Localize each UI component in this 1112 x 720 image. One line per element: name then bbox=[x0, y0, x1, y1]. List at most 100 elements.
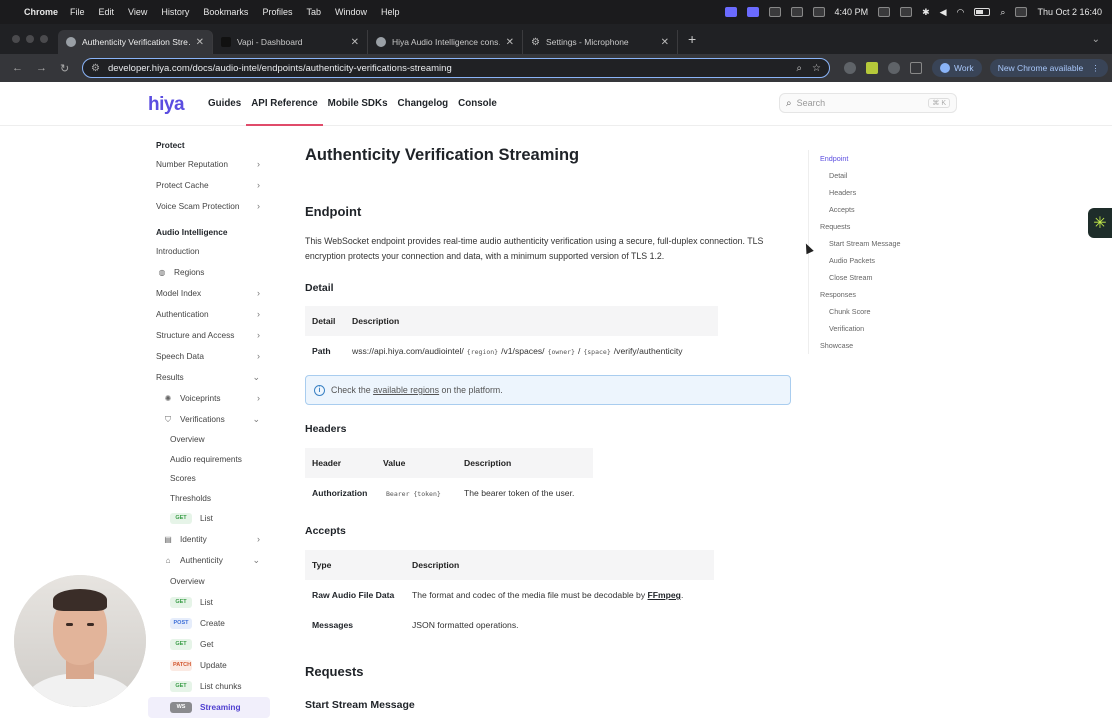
menu-help[interactable]: Help bbox=[381, 7, 400, 17]
battery-icon[interactable] bbox=[974, 8, 991, 16]
sidebar-item-authenticity-create[interactable]: POST Create bbox=[148, 613, 270, 634]
extension-icon[interactable] bbox=[844, 62, 856, 74]
tab-settings-microphone[interactable]: ⚙ Settings - Microphone ✕ bbox=[523, 30, 678, 54]
docs-search-input[interactable]: ⌕ Search ⌘ K bbox=[779, 93, 957, 113]
nav-console[interactable]: Console bbox=[453, 82, 502, 126]
status-app-icon[interactable] bbox=[812, 7, 825, 17]
sidebar-item-authentication[interactable]: Authentication › bbox=[148, 304, 270, 325]
sidebar-item-protect-cache[interactable]: Protect Cache › bbox=[148, 175, 270, 196]
maximize-window-button[interactable] bbox=[40, 35, 48, 43]
forward-button[interactable]: → bbox=[36, 62, 48, 74]
sidebar-item-results[interactable]: Results ⌄ bbox=[148, 367, 270, 388]
nav-guides[interactable]: Guides bbox=[203, 82, 246, 126]
ffmpeg-link[interactable]: FFmpeg bbox=[648, 590, 681, 600]
app-menu-chrome[interactable]: Chrome bbox=[24, 7, 58, 17]
sidebar-item-model-index[interactable]: Model Index › bbox=[148, 283, 270, 304]
sidebar-item-identity[interactable]: ▤ Identity › bbox=[148, 529, 270, 550]
hiya-logo[interactable]: hiya bbox=[148, 94, 185, 116]
screens-icon[interactable] bbox=[878, 7, 891, 17]
nav-api-reference[interactable]: API Reference bbox=[246, 82, 324, 126]
toc-item-chunk-score[interactable]: Chunk Score bbox=[809, 303, 948, 320]
toc-item-endpoint[interactable]: Endpoint bbox=[809, 150, 948, 167]
menu-tab[interactable]: Tab bbox=[306, 7, 321, 17]
tab-hiya-console[interactable]: Hiya Audio Intelligence cons… ✕ bbox=[368, 30, 523, 54]
address-bar[interactable]: ⚙ developer.hiya.com/docs/audio-intel/en… bbox=[82, 58, 830, 78]
status-app-icon[interactable] bbox=[900, 7, 913, 17]
tab-vapi-dashboard[interactable]: Vapi - Dashboard ✕ bbox=[213, 30, 368, 54]
minimize-window-button[interactable] bbox=[26, 35, 34, 43]
sidebar-item-thresholds[interactable]: Thresholds bbox=[148, 489, 270, 509]
url-text[interactable]: developer.hiya.com/docs/audio-intel/endp… bbox=[108, 63, 786, 74]
menu-edit[interactable]: Edit bbox=[99, 7, 115, 17]
toc-item-accepts[interactable]: Accepts bbox=[809, 201, 948, 218]
status-app-icon[interactable] bbox=[768, 7, 781, 17]
toc-item-verification[interactable]: Verification bbox=[809, 320, 948, 337]
toc-item-start-stream[interactable]: Start Stream Message bbox=[809, 235, 948, 252]
sidebar-item-audio-requirements[interactable]: Audio requirements bbox=[148, 450, 270, 470]
zoom-icon[interactable] bbox=[746, 7, 759, 17]
sidebar-item-regions[interactable]: ◍ Regions bbox=[148, 262, 270, 283]
sidebar-item-speech-data[interactable]: Speech Data › bbox=[148, 346, 270, 367]
control-center-icon[interactable] bbox=[1015, 7, 1028, 17]
sidebar-item-voice-scam-protection[interactable]: Voice Scam Protection › bbox=[148, 196, 270, 217]
menubar-clock[interactable]: Thu Oct 2 16:40 bbox=[1037, 7, 1102, 17]
toc-item-close-stream[interactable]: Close Stream bbox=[809, 269, 948, 286]
floating-widget-button[interactable]: ✳ bbox=[1088, 208, 1112, 238]
sidebar-item-number-reputation[interactable]: Number Reputation › bbox=[148, 154, 270, 175]
bookmark-star-icon[interactable]: ☆ bbox=[812, 63, 821, 74]
back-button[interactable]: ← bbox=[12, 62, 24, 74]
reload-button[interactable]: ↻ bbox=[60, 62, 72, 75]
kebab-menu-icon[interactable]: ⋮ bbox=[1091, 63, 1100, 74]
menu-file[interactable]: File bbox=[70, 7, 85, 17]
sidebar-item-introduction[interactable]: Introduction bbox=[148, 241, 270, 262]
extension-icon[interactable] bbox=[866, 62, 878, 74]
extensions-puzzle-icon[interactable] bbox=[910, 62, 922, 74]
menu-view[interactable]: View bbox=[128, 7, 147, 17]
sidebar-item-authenticity-streaming[interactable]: WS Streaming bbox=[148, 697, 270, 718]
sidebar-item-authenticity-get[interactable]: GET Get bbox=[148, 634, 270, 655]
toc-item-detail[interactable]: Detail bbox=[809, 167, 948, 184]
menu-bookmarks[interactable]: Bookmarks bbox=[203, 7, 248, 17]
wifi-icon[interactable]: ◠ bbox=[957, 7, 965, 18]
tab-authenticity-verification[interactable]: Authenticity Verification Stre… ✕ bbox=[58, 30, 213, 54]
new-tab-button[interactable]: + bbox=[688, 31, 696, 47]
sidebar-item-voiceprints[interactable]: ✺ Voiceprints › bbox=[148, 388, 270, 409]
sidebar-item-authenticity-update[interactable]: PATCH Update bbox=[148, 655, 270, 676]
path-value[interactable]: wss://api.hiya.com/audiointel/{region}/v… bbox=[345, 346, 683, 356]
sidebar-item-verifications-list[interactable]: GET List bbox=[148, 508, 270, 529]
nav-mobile-sdks[interactable]: Mobile SDKs bbox=[323, 82, 393, 126]
menubar-time[interactable]: 4:40 PM bbox=[835, 7, 869, 17]
menu-window[interactable]: Window bbox=[335, 7, 367, 17]
screen-share-icon[interactable] bbox=[724, 7, 737, 17]
close-tab-icon[interactable]: ✕ bbox=[196, 37, 204, 48]
sidebar-item-authenticity-list-chunks[interactable]: GET List chunks bbox=[148, 676, 270, 697]
close-tab-icon[interactable]: ✕ bbox=[351, 37, 359, 48]
menu-profiles[interactable]: Profiles bbox=[262, 7, 292, 17]
profile-work-button[interactable]: Work bbox=[932, 59, 982, 77]
toc-item-responses[interactable]: Responses bbox=[809, 286, 948, 303]
zoom-magnifier-icon[interactable]: ⌕ bbox=[796, 63, 802, 74]
sidebar-item-authenticity-overview[interactable]: Overview bbox=[148, 571, 270, 592]
toc-item-headers[interactable]: Headers bbox=[809, 184, 948, 201]
toc-item-audio-packets[interactable]: Audio Packets bbox=[809, 252, 948, 269]
bluetooth-icon[interactable]: ✱ bbox=[922, 7, 930, 18]
spotlight-icon[interactable]: ⌕ bbox=[1000, 7, 1005, 18]
new-chrome-available-button[interactable]: New Chrome available ⋮ bbox=[989, 59, 1108, 77]
close-tab-icon[interactable]: ✕ bbox=[661, 37, 669, 48]
sidebar-item-authenticity-list[interactable]: GET List bbox=[148, 592, 270, 613]
sidebar-item-verifications[interactable]: ⛉ Verifications ⌄ bbox=[148, 409, 270, 430]
sidebar-item-scores[interactable]: Scores bbox=[148, 469, 270, 489]
nav-changelog[interactable]: Changelog bbox=[393, 82, 454, 126]
sidebar-item-structure-and-access[interactable]: Structure and Access › bbox=[148, 325, 270, 346]
sidebar-item-authenticity[interactable]: ⌂ Authenticity ⌄ bbox=[148, 550, 270, 571]
available-regions-link[interactable]: available regions bbox=[373, 385, 439, 395]
tab-search-chevron-icon[interactable]: ⌄ bbox=[1092, 34, 1100, 45]
toc-item-requests[interactable]: Requests bbox=[809, 218, 948, 235]
toc-item-showcase[interactable]: Showcase bbox=[809, 337, 948, 354]
menu-history[interactable]: History bbox=[161, 7, 189, 17]
close-tab-icon[interactable]: ✕ bbox=[506, 37, 514, 48]
close-window-button[interactable] bbox=[12, 35, 20, 43]
extension-icon[interactable] bbox=[888, 62, 900, 74]
volume-icon[interactable]: ◀ bbox=[940, 7, 947, 18]
status-app-icon[interactable] bbox=[790, 7, 803, 17]
